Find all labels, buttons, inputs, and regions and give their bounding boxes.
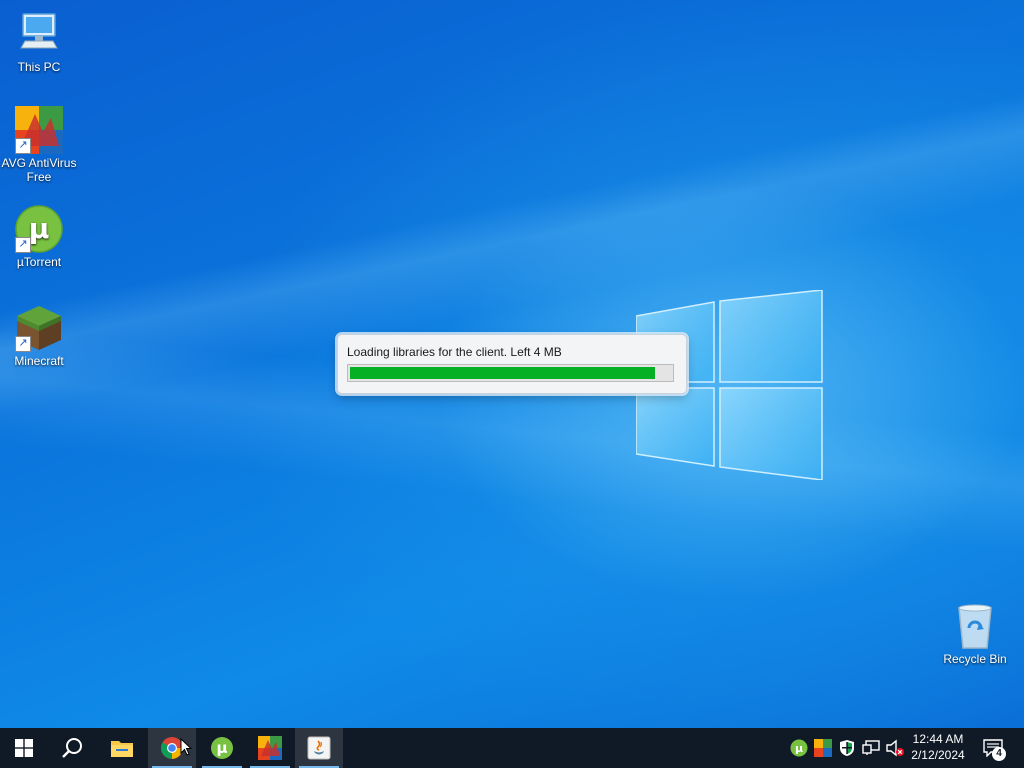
shortcut-arrow-icon: ↗	[15, 138, 31, 154]
loading-message: Loading libraries for the client. Left 4…	[347, 345, 562, 359]
desktop-icon-minecraft[interactable]: ↗ Minecraft	[1, 304, 77, 368]
taskbar-clock[interactable]: 12:44 AM 2/12/2024	[904, 731, 972, 763]
clock-time: 12:44 AM	[912, 732, 964, 746]
desktop-icon-label: AVG AntiVirus Free	[1, 156, 77, 184]
desktop-icon-utorrent[interactable]: µ ↗ µTorrent	[1, 205, 77, 269]
taskbar-avg[interactable]	[246, 728, 294, 768]
avg-icon	[258, 736, 282, 760]
tray-security[interactable]	[837, 738, 857, 758]
progress-bar	[347, 364, 674, 382]
loading-dialog: Loading libraries for the client. Left 4…	[337, 334, 687, 394]
taskbar: µ µ 12:44 AM 2/12/2024 4	[0, 728, 1024, 768]
avg-icon: ↗	[15, 106, 63, 154]
minecraft-icon: ↗	[15, 304, 63, 352]
desktop-icon-label: µTorrent	[16, 255, 62, 269]
desktop-icon-this-pc[interactable]: This PC	[1, 10, 77, 74]
desktop-icon-recycle-bin[interactable]: Recycle Bin	[937, 602, 1013, 666]
notification-count-badge: 4	[992, 747, 1006, 761]
mouse-cursor-icon	[180, 738, 192, 756]
taskbar-chrome[interactable]	[148, 728, 196, 768]
this-pc-icon	[15, 10, 63, 58]
file-explorer-icon	[111, 741, 133, 757]
taskbar-java[interactable]	[295, 728, 343, 768]
network-icon	[862, 740, 880, 755]
utorrent-icon: µ ↗	[15, 205, 63, 253]
start-button[interactable]	[0, 728, 48, 768]
tray-avg[interactable]	[813, 738, 833, 758]
desktop-icon-avg[interactable]: ↗ AVG AntiVirus Free	[1, 106, 77, 184]
windows-start-icon	[15, 739, 33, 757]
tray-utorrent[interactable]: µ	[789, 738, 809, 758]
tray-volume[interactable]	[885, 738, 905, 758]
tray-network[interactable]	[861, 738, 881, 758]
shortcut-arrow-icon: ↗	[15, 336, 31, 352]
clock-date: 2/12/2024	[911, 748, 965, 762]
progress-bar-fill	[350, 367, 655, 379]
shortcut-arrow-icon: ↗	[15, 237, 31, 253]
taskbar-utorrent[interactable]: µ	[198, 728, 246, 768]
volume-muted-icon	[886, 739, 904, 757]
utorrent-tray-icon: µ	[790, 739, 808, 757]
java-icon	[307, 736, 331, 760]
desktop-icon-label: Minecraft	[14, 354, 64, 368]
avg-tray-icon	[814, 739, 832, 757]
desktop: This PC ↗ AVG AntiVirus Free µ ↗ µTorren…	[0, 0, 1024, 728]
svg-text:µ: µ	[29, 212, 50, 245]
security-shield-icon	[840, 740, 854, 756]
recycle-bin-icon	[951, 602, 999, 650]
search-icon	[62, 738, 82, 758]
taskbar-file-explorer[interactable]	[98, 728, 146, 768]
svg-text:µ: µ	[795, 742, 803, 755]
desktop-icon-label: Recycle Bin	[943, 652, 1007, 666]
svg-text:µ: µ	[216, 739, 227, 757]
search-button[interactable]	[48, 728, 96, 768]
utorrent-icon: µ	[211, 737, 233, 759]
desktop-icon-label: This PC	[17, 60, 61, 74]
